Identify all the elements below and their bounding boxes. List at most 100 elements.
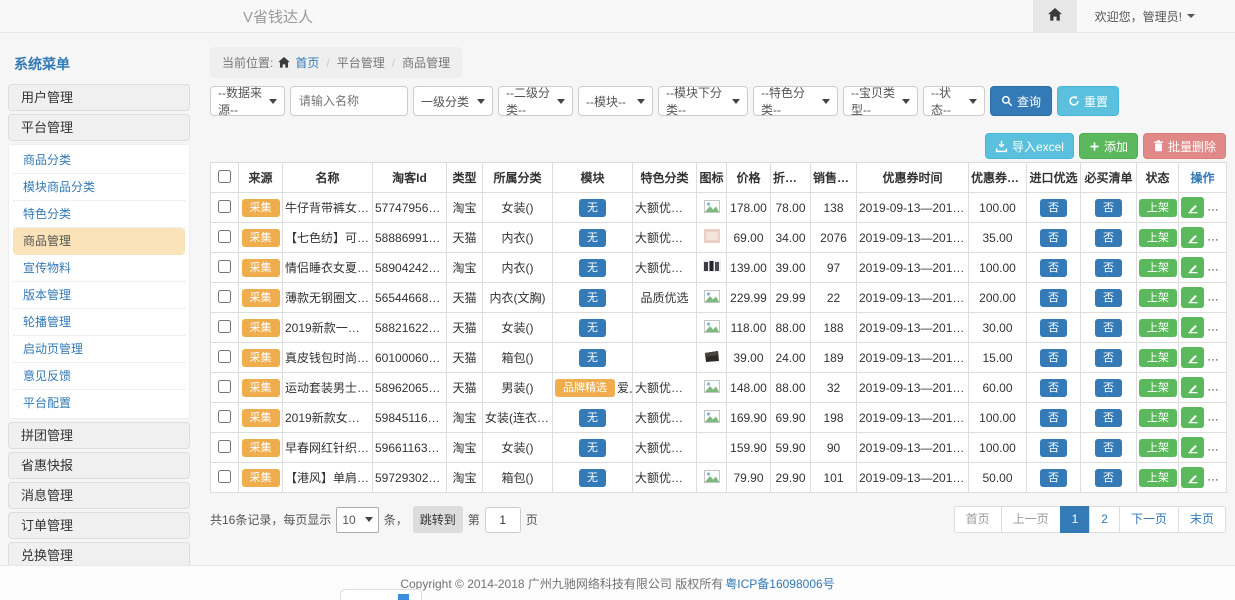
edit-button[interactable] xyxy=(1181,347,1204,368)
must-buy-toggle[interactable]: 否 xyxy=(1095,379,1122,397)
pager-上一页[interactable]: 上一页 xyxy=(1001,506,1061,533)
per-page-select[interactable]: 10 xyxy=(336,507,378,533)
module-badge[interactable]: 无 xyxy=(579,439,606,457)
must-buy-toggle[interactable]: 否 xyxy=(1095,439,1122,457)
pager-首页[interactable]: 首页 xyxy=(954,506,1002,533)
sidebar-item[interactable]: 版本管理 xyxy=(13,282,185,309)
sidebar-section-2[interactable]: 拼团管理 xyxy=(8,422,190,449)
status-badge[interactable]: 上架 xyxy=(1139,289,1177,307)
filter-select-status[interactable]: --状态-- xyxy=(923,86,985,116)
row-checkbox[interactable] xyxy=(218,410,231,423)
import-excel-button[interactable]: 导入excel xyxy=(985,133,1074,159)
module-badge[interactable]: 无 xyxy=(579,199,606,217)
module-badge[interactable]: 无 xyxy=(579,259,606,277)
module-badge[interactable]: 无 xyxy=(579,409,606,427)
import-select-toggle[interactable]: 否 xyxy=(1040,259,1067,277)
filter-select-level1-category[interactable]: 一级分类 xyxy=(413,86,493,116)
import-select-toggle[interactable]: 否 xyxy=(1040,379,1067,397)
sidebar-item[interactable]: 宣传物料 xyxy=(13,255,185,282)
row-checkbox[interactable] xyxy=(218,470,231,483)
row-checkbox[interactable] xyxy=(218,290,231,303)
must-buy-toggle[interactable]: 否 xyxy=(1095,319,1122,337)
import-select-toggle[interactable]: 否 xyxy=(1040,289,1067,307)
sidebar-item[interactable]: 特色分类 xyxy=(13,201,185,228)
user-menu[interactable]: 欢迎您，管理员! xyxy=(1077,8,1235,25)
import-select-toggle[interactable]: 否 xyxy=(1040,199,1067,217)
import-select-toggle[interactable]: 否 xyxy=(1040,349,1067,367)
pager-下一页[interactable]: 下一页 xyxy=(1119,506,1179,533)
sidebar-item[interactable]: 商品管理 xyxy=(13,228,185,255)
import-select-toggle[interactable]: 否 xyxy=(1040,469,1067,487)
module-badge[interactable]: 无 xyxy=(579,349,606,367)
import-select-toggle[interactable]: 否 xyxy=(1040,319,1067,337)
pager-1[interactable]: 1 xyxy=(1060,506,1091,533)
row-checkbox[interactable] xyxy=(218,230,231,243)
select-all-checkbox[interactable] xyxy=(218,170,231,183)
sidebar-section-5[interactable]: 订单管理 xyxy=(8,512,190,539)
sidebar-item[interactable]: 启动页管理 xyxy=(13,336,185,363)
status-badge[interactable]: 上架 xyxy=(1139,229,1177,247)
batch-delete-button[interactable]: 批量删除 xyxy=(1143,133,1226,159)
sidebar-item[interactable]: 商品分类 xyxy=(13,147,185,174)
row-checkbox[interactable] xyxy=(218,350,231,363)
pager-末页[interactable]: 末页 xyxy=(1178,506,1226,533)
jump-button[interactable]: 跳转到 xyxy=(413,506,463,533)
breadcrumb-home-link[interactable]: 首页 xyxy=(295,54,319,71)
sidebar-section-4[interactable]: 消息管理 xyxy=(8,482,190,509)
reset-button[interactable]: 重置 xyxy=(1057,86,1119,116)
navbar-home-button[interactable] xyxy=(1033,0,1077,32)
must-buy-toggle[interactable]: 否 xyxy=(1095,259,1122,277)
sidebar-section-0[interactable]: 用户管理 xyxy=(8,84,190,111)
edit-button[interactable] xyxy=(1181,437,1204,458)
row-checkbox[interactable] xyxy=(218,320,231,333)
must-buy-toggle[interactable]: 否 xyxy=(1095,199,1122,217)
must-buy-toggle[interactable]: 否 xyxy=(1095,229,1122,247)
module-badge[interactable]: 无 xyxy=(579,469,606,487)
module-badge[interactable]: 品牌精选 xyxy=(555,379,615,397)
import-select-toggle[interactable]: 否 xyxy=(1040,439,1067,457)
module-badge[interactable]: 无 xyxy=(579,319,606,337)
status-badge[interactable]: 上架 xyxy=(1139,439,1177,457)
must-buy-toggle[interactable]: 否 xyxy=(1095,289,1122,307)
edit-button[interactable] xyxy=(1181,197,1204,218)
row-checkbox[interactable] xyxy=(218,260,231,273)
status-badge[interactable]: 上架 xyxy=(1139,409,1177,427)
import-select-toggle[interactable]: 否 xyxy=(1040,409,1067,427)
sidebar-item[interactable]: 轮播管理 xyxy=(13,309,185,336)
filter-select-feature-category[interactable]: --特色分类-- xyxy=(753,86,838,116)
sidebar-item[interactable]: 平台配置 xyxy=(13,390,185,416)
status-badge[interactable]: 上架 xyxy=(1139,349,1177,367)
query-button[interactable]: 查询 xyxy=(990,86,1052,116)
edit-button[interactable] xyxy=(1181,467,1204,488)
page-number-input[interactable] xyxy=(485,507,521,533)
sidebar-item[interactable]: 意见反馈 xyxy=(13,363,185,390)
must-buy-toggle[interactable]: 否 xyxy=(1095,409,1122,427)
pager-2[interactable]: 2 xyxy=(1089,506,1120,533)
sidebar-section-1[interactable]: 平台管理 xyxy=(8,114,190,141)
status-badge[interactable]: 上架 xyxy=(1139,319,1177,337)
edit-button[interactable] xyxy=(1181,377,1204,398)
module-badge[interactable]: 无 xyxy=(579,229,606,247)
row-checkbox[interactable] xyxy=(218,200,231,213)
must-buy-toggle[interactable]: 否 xyxy=(1095,469,1122,487)
status-badge[interactable]: 上架 xyxy=(1139,469,1177,487)
filter-select-data-source[interactable]: --数据来源-- xyxy=(210,86,285,116)
edit-button[interactable] xyxy=(1181,407,1204,428)
sidebar-item[interactable]: 模块商品分类 xyxy=(13,174,185,201)
row-checkbox[interactable] xyxy=(218,380,231,393)
icp-link[interactable]: 粤ICP备16098006号 xyxy=(725,575,834,592)
add-button[interactable]: 添加 xyxy=(1079,133,1138,159)
import-select-toggle[interactable]: 否 xyxy=(1040,229,1067,247)
row-checkbox[interactable] xyxy=(218,440,231,453)
filter-select-item-type[interactable]: --宝贝类型-- xyxy=(843,86,918,116)
edit-button[interactable] xyxy=(1181,227,1204,248)
filter-select-module-sub-category[interactable]: --模块下分类-- xyxy=(658,86,748,116)
filter-select-module[interactable]: --模块-- xyxy=(578,86,653,116)
edit-button[interactable] xyxy=(1181,287,1204,308)
edit-button[interactable] xyxy=(1181,317,1204,338)
module-badge[interactable]: 无 xyxy=(579,289,606,307)
sidebar-section-3[interactable]: 省惠快报 xyxy=(8,452,190,479)
filter-select-level2-category[interactable]: --二级分类-- xyxy=(498,86,573,116)
edit-button[interactable] xyxy=(1181,257,1204,278)
status-badge[interactable]: 上架 xyxy=(1139,259,1177,277)
